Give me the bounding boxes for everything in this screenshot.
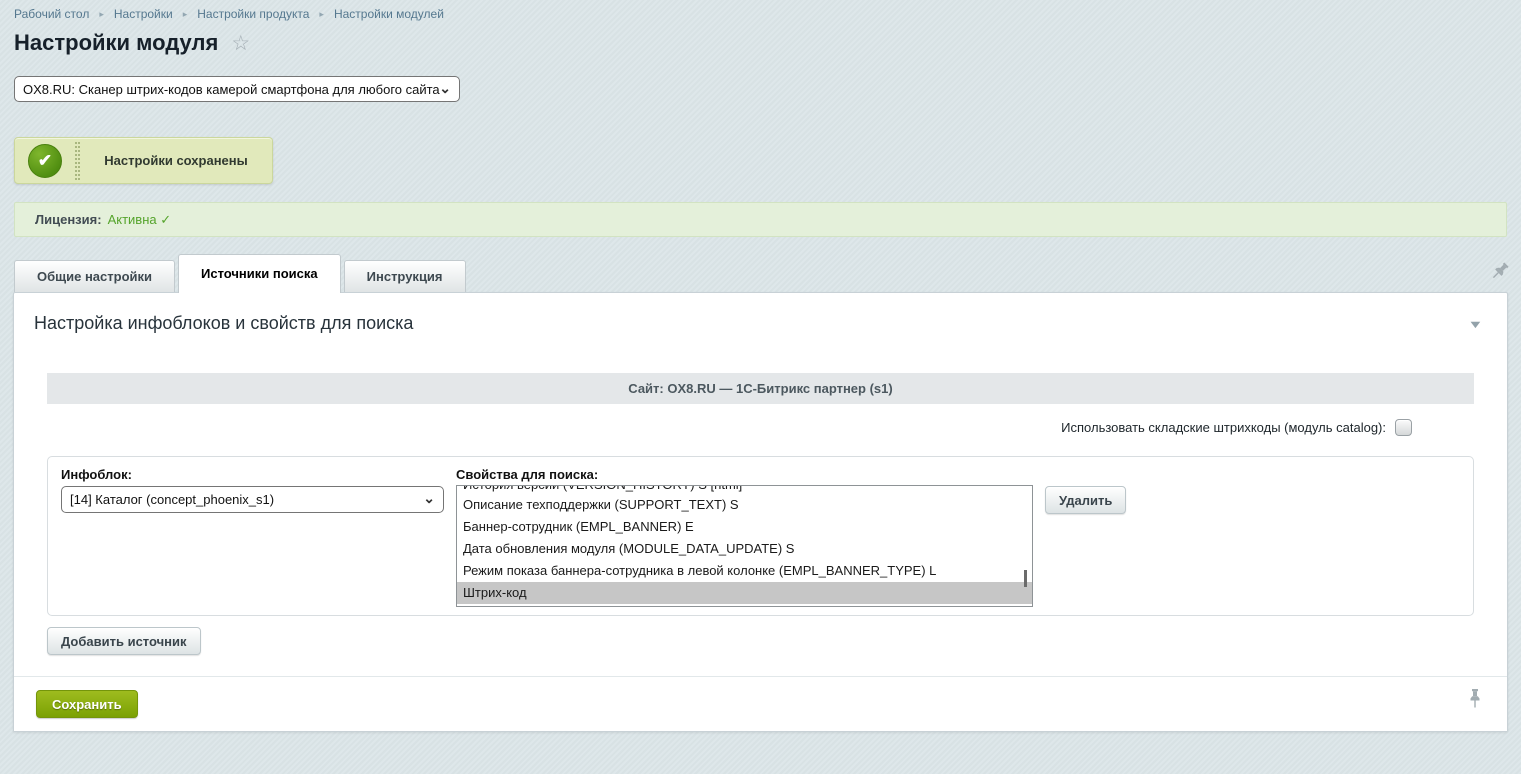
breadcrumb: Рабочий стол ▸ Настройки ▸ Настройки про… [14,7,444,21]
list-item[interactable]: Баннер-сотрудник (EMPL_BANNER) E [457,516,1032,538]
list-item[interactable]: Дата обновления модуля (MODULE_DATA_UPDA… [457,538,1032,560]
breadcrumb-separator-icon: ▸ [319,9,324,20]
list-item-selected[interactable]: Штрих-код [457,582,1032,604]
iblock-select-value: [14] Каталог (concept_phoenix_s1) [70,492,274,507]
tab-content-panel: Настройка инфоблоков и свойств для поиск… [13,292,1508,732]
warehouse-checkbox-label: Использовать складские штрихкоды (модуль… [1061,420,1386,435]
section-title: Настройка инфоблоков и свойств для поиск… [34,313,413,334]
tab-search-sources[interactable]: Источники поиска [178,254,341,293]
pin-icon[interactable] [1468,689,1482,713]
favorite-star-icon[interactable]: ☆ [231,31,250,56]
license-label: Лицензия: [35,212,102,227]
warehouse-checkbox[interactable] [1395,419,1412,436]
breadcrumb-separator-icon: ▸ [99,9,104,20]
panel-footer: Сохранить [14,676,1507,731]
breadcrumb-link-product-settings[interactable]: Настройки продукта [197,7,309,21]
properties-multiselect[interactable]: История версий (VERSION_HISTORY) S [html… [456,485,1033,607]
chevron-down-icon: ⌄ [423,491,435,505]
license-status: Активна ✓ [108,212,172,228]
breadcrumb-link-module-settings[interactable]: Настройки модулей [334,7,444,21]
list-item[interactable]: Описание техподдержки (SUPPORT_TEXT) S [457,494,1032,516]
add-source-button[interactable]: Добавить источник [47,627,201,655]
source-config-box: Инфоблок: [14] Каталог (concept_phoenix_… [47,456,1474,616]
page-title-row: Настройки модуля ☆ [14,30,250,56]
notification-text: Настройки сохранены [80,153,272,168]
tab-instruction[interactable]: Инструкция [344,260,466,292]
module-select-value: OX8.RU: Сканер штрих-кодов камерой смарт… [23,82,440,97]
notify-icon-wrap: ✔ [15,144,75,178]
breadcrumb-separator-icon: ▸ [183,9,188,20]
tabs-row: Общие настройки Источники поиска Инструк… [14,253,469,292]
list-item[interactable]: История версий (VERSION_HISTORY) S [html… [457,486,1032,494]
list-item-label: История версий (VERSION_HISTORY) S [html… [463,486,742,494]
success-check-icon: ✔ [28,144,62,178]
iblock-select[interactable]: [14] Каталог (concept_phoenix_s1) ⌄ [61,486,444,513]
page-title: Настройки модуля [14,30,218,56]
collapse-arrow-icon[interactable]: ▼ [1467,319,1483,331]
module-select[interactable]: OX8.RU: Сканер штрих-кодов камерой смарт… [14,76,460,102]
success-notification: ✔ Настройки сохранены [14,137,273,184]
save-button[interactable]: Сохранить [36,690,138,718]
warehouse-checkbox-row: Использовать складские штрихкоды (модуль… [1061,419,1412,436]
license-bar: Лицензия: Активна ✓ [14,202,1507,237]
list-item[interactable]: Режим показа баннера-сотрудника в левой … [457,560,1032,582]
site-header-bar: Сайт: OX8.RU — 1С-Битрикс партнер (s1) [47,373,1474,404]
delete-button[interactable]: Удалить [1045,486,1126,514]
pin-icon[interactable] [1485,260,1512,287]
chevron-down-icon: ⌄ [439,81,451,95]
breadcrumb-link-settings[interactable]: Настройки [114,7,173,21]
breadcrumb-link-desktop[interactable]: Рабочий стол [14,7,89,21]
scrollbar-thumb[interactable] [1024,570,1027,587]
properties-label: Свойства для поиска: [456,467,598,482]
tab-general-settings[interactable]: Общие настройки [14,260,175,292]
iblock-label: Инфоблок: [61,467,132,482]
